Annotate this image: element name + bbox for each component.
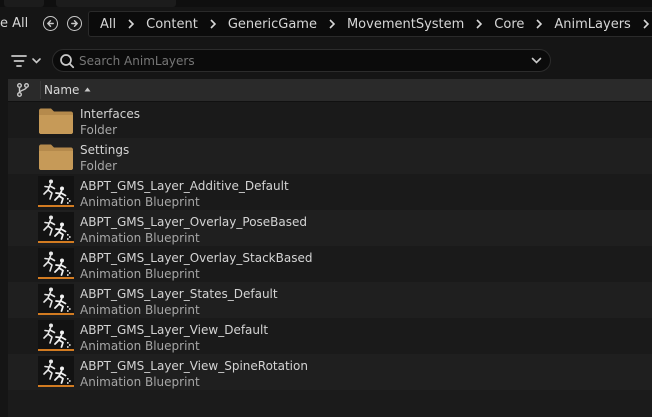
breadcrumb-item-content[interactable]: Content bbox=[135, 17, 209, 32]
folder-row[interactable]: Settings Folder bbox=[8, 138, 652, 174]
filter-button[interactable] bbox=[10, 52, 44, 70]
asset-name: ABPT_GMS_Layer_View_Default bbox=[80, 323, 269, 337]
asset-type-color-bar bbox=[38, 277, 74, 279]
asset-row[interactable]: ABPT_GMS_Layer_Additive_Default Animatio… bbox=[8, 174, 652, 210]
filter-row bbox=[0, 46, 652, 76]
forward-button[interactable] bbox=[67, 16, 82, 31]
asset-type: Animation Blueprint bbox=[80, 375, 200, 389]
animation-blueprint-thumbnail bbox=[38, 176, 74, 207]
toolbar: e All All Content GenericGame MovementSy… bbox=[0, 7, 652, 42]
asset-type: Folder bbox=[80, 123, 118, 137]
running-figure-icon bbox=[43, 251, 71, 276]
search-input[interactable] bbox=[79, 52, 519, 69]
animation-blueprint-thumbnail bbox=[38, 320, 74, 351]
asset-row[interactable]: ABPT_GMS_Layer_States_Default Animation … bbox=[8, 282, 652, 318]
asset-type-color-bar bbox=[38, 349, 74, 351]
asset-row[interactable]: ABPT_GMS_Layer_View_Default Animation Bl… bbox=[8, 318, 652, 354]
chevron-right-icon[interactable] bbox=[127, 19, 135, 29]
running-figure-icon bbox=[43, 215, 71, 240]
sort-ascending-icon bbox=[84, 87, 91, 92]
breadcrumb-item-movementsystem[interactable]: MovementSystem bbox=[336, 17, 475, 32]
animation-blueprint-thumbnail bbox=[38, 248, 74, 279]
source-control-icon[interactable] bbox=[15, 82, 31, 98]
asset-name: Interfaces bbox=[80, 107, 140, 121]
asset-type: Animation Blueprint bbox=[80, 195, 200, 209]
breadcrumb-item-core[interactable]: Core bbox=[483, 17, 535, 32]
asset-row[interactable]: ABPT_GMS_Layer_Overlay_PoseBased Animati… bbox=[8, 210, 652, 246]
breadcrumb-item-genericgame[interactable]: GenericGame bbox=[217, 17, 328, 32]
running-figure-icon bbox=[43, 179, 71, 204]
asset-name: ABPT_GMS_Layer_Additive_Default bbox=[80, 179, 289, 193]
folder-row[interactable]: Interfaces Folder bbox=[8, 102, 652, 138]
asset-type-color-bar bbox=[38, 313, 74, 315]
asset-name: ABPT_GMS_Layer_Overlay_StackBased bbox=[80, 251, 313, 265]
asset-row[interactable]: ABPT_GMS_Layer_Overlay_StackBased Animat… bbox=[8, 246, 652, 282]
chevron-right-icon[interactable] bbox=[328, 19, 336, 29]
asset-name: ABPT_GMS_Layer_States_Default bbox=[80, 287, 278, 301]
breadcrumb-item-all[interactable]: All bbox=[89, 17, 127, 32]
tab[interactable] bbox=[4, 0, 44, 7]
breadcrumb-item-animlayers[interactable]: AnimLayers bbox=[543, 17, 641, 32]
list-header: Name bbox=[8, 79, 652, 102]
chevron-right-icon[interactable] bbox=[475, 19, 483, 29]
animation-blueprint-thumbnail bbox=[38, 356, 74, 387]
running-figure-icon bbox=[43, 359, 71, 384]
chevron-down-icon[interactable] bbox=[531, 56, 542, 65]
asset-name: ABPT_GMS_Layer_View_SpineRotation bbox=[80, 359, 308, 373]
search-icon bbox=[60, 54, 75, 69]
asset-name: Settings bbox=[80, 143, 130, 157]
animation-blueprint-thumbnail bbox=[38, 212, 74, 243]
filter-icon bbox=[11, 55, 41, 67]
column-divider[interactable] bbox=[40, 81, 41, 99]
arrow-left-icon bbox=[47, 20, 54, 27]
asset-type-color-bar bbox=[38, 385, 74, 387]
folder-icon bbox=[39, 144, 73, 170]
asset-row[interactable]: ABPT_GMS_Layer_View_SpineRotation Animat… bbox=[8, 354, 652, 390]
column-header-name[interactable]: Name bbox=[44, 83, 79, 97]
asset-type-color-bar bbox=[38, 205, 74, 207]
folder-icon bbox=[39, 108, 73, 134]
chevron-right-icon[interactable] bbox=[642, 19, 650, 29]
save-all-button[interactable]: e All bbox=[0, 16, 28, 31]
running-figure-icon bbox=[43, 323, 71, 348]
running-figure-icon bbox=[43, 287, 71, 312]
tab-strip bbox=[0, 0, 652, 7]
tab[interactable] bbox=[56, 0, 176, 7]
asset-type: Animation Blueprint bbox=[80, 339, 200, 353]
asset-type: Animation Blueprint bbox=[80, 267, 200, 281]
asset-type: Folder bbox=[80, 159, 118, 173]
chevron-right-icon[interactable] bbox=[209, 19, 217, 29]
asset-list: Name Interfaces Folder Settings Folder A… bbox=[8, 79, 652, 417]
asset-type: Animation Blueprint bbox=[80, 303, 200, 317]
arrow-right-icon bbox=[71, 20, 78, 27]
back-button[interactable] bbox=[43, 16, 58, 31]
asset-name: ABPT_GMS_Layer_Overlay_PoseBased bbox=[80, 215, 308, 229]
animation-blueprint-thumbnail bbox=[38, 284, 74, 315]
asset-type-color-bar bbox=[38, 241, 74, 243]
asset-type: Animation Blueprint bbox=[80, 231, 200, 245]
breadcrumb: All Content GenericGame MovementSystem C… bbox=[88, 11, 652, 37]
chevron-right-icon[interactable] bbox=[535, 19, 543, 29]
search-box bbox=[52, 49, 551, 72]
